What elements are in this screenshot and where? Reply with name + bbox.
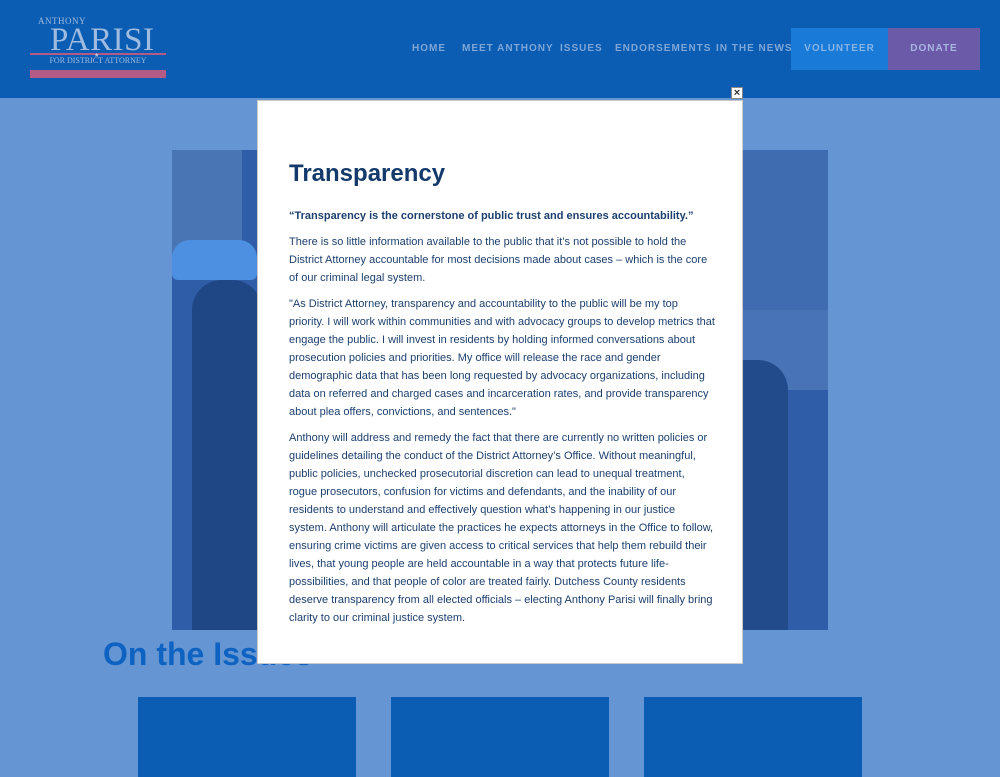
hero-person-left [192, 280, 262, 630]
modal-paragraph: Anthony will address and remedy the fact… [289, 432, 714, 624]
hero-car [172, 240, 257, 280]
nav-in-the-news[interactable]: IN THE NEWS [716, 43, 793, 54]
modal-body: “Transparency is the cornerstone of publ… [289, 207, 715, 635]
issue-card[interactable] [644, 697, 862, 777]
issue-card[interactable] [391, 697, 609, 777]
volunteer-button[interactable]: VOLUNTEER [791, 28, 888, 70]
logo-bar [30, 70, 166, 78]
close-icon[interactable]: × [731, 87, 743, 99]
site-header: ANTHONY PARISI ★ FOR DISTRICT ATTORNEY H… [0, 0, 1000, 98]
nav-endorsements[interactable]: ENDORSEMENTS [615, 43, 711, 54]
modal-paragraph: There is so little information available… [289, 236, 708, 284]
issue-card[interactable] [138, 697, 356, 777]
modal-title: Transparency [289, 160, 446, 187]
modal-lead-quote: “Transparency is the cornerstone of publ… [289, 210, 694, 222]
nav-issues[interactable]: ISSUES [560, 43, 603, 54]
hero-building-right [738, 150, 828, 310]
donate-button[interactable]: DONATE [888, 28, 980, 70]
site-logo[interactable]: ANTHONY PARISI ★ FOR DISTRICT ATTORNEY [30, 14, 166, 80]
logo-tagline: FOR DISTRICT ATTORNEY [49, 56, 147, 65]
modal-paragraph: "As District Attorney, transparency and … [289, 298, 715, 418]
nav-home[interactable]: HOME [412, 43, 446, 54]
nav-meet-anthony[interactable]: MEET ANTHONY [462, 43, 554, 54]
